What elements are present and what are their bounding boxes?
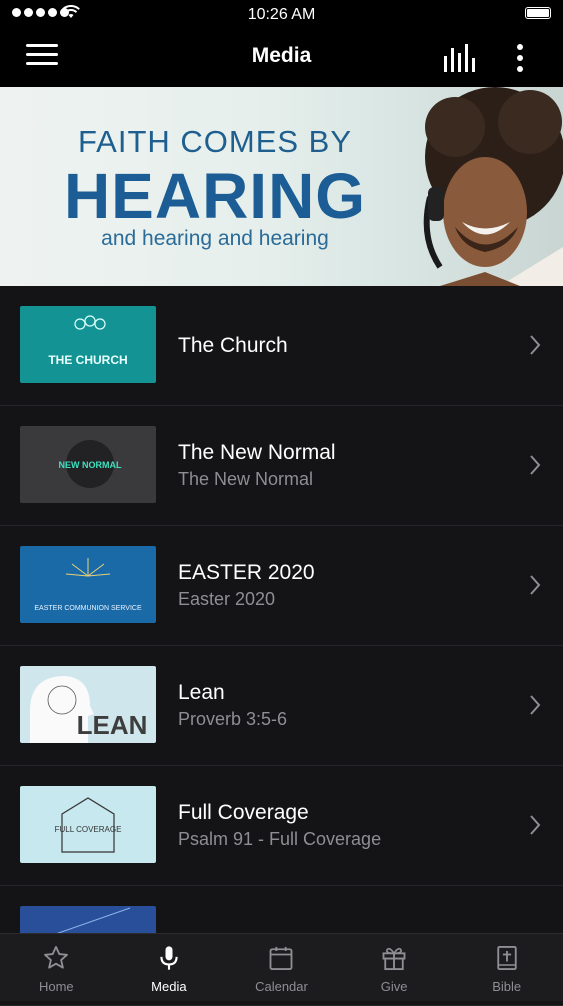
banner-photo [423,87,563,286]
tab-home[interactable]: Home [0,934,113,1001]
media-item-the-church[interactable]: THE CHURCH The Church [0,286,563,406]
banner-headline: HEARING [63,160,367,232]
tab-label: Calendar [255,979,308,994]
chevron-right-icon [530,575,541,595]
tab-label: Media [151,979,187,994]
thumbnail-caption: NEW NORMAL [59,460,122,470]
more-options-button[interactable] [510,42,530,74]
chevron-right-icon [530,815,541,835]
status-time: 10:26 AM [247,6,316,23]
tab-label: Bible [492,979,522,994]
nav-bar: Media [0,30,563,87]
thumbnail-caption: EASTER COMMUNION SERVICE [34,605,142,612]
star-icon [44,945,69,969]
chevron-right-icon [530,455,541,475]
media-item-lean[interactable]: LEAN Lean Proverb 3:5-6 [0,646,563,766]
media-item-subtitle: Proverb 3:5-6 [178,709,288,729]
tab-calendar[interactable]: Calendar [225,934,338,1001]
media-thumbnail: NEW NORMAL [20,426,156,503]
tab-give[interactable]: Give [338,934,451,1001]
chevron-right-icon [530,695,541,715]
tab-bible[interactable]: Bible [450,934,563,1001]
tab-label: Home [38,979,74,994]
media-item-title: The Church [178,333,288,357]
media-item-title: Full Coverage [178,801,309,824]
hero-banner[interactable]: FAITH COMES BY HEARING and hearing and h… [0,87,563,286]
tab-label: Give [380,979,408,994]
page-title: Media [251,44,312,67]
media-thumbnail: EASTER COMMUNION SERVICE [20,546,156,623]
media-item-subtitle: Psalm 91 - Full Coverage [178,829,382,849]
equalizer-button[interactable] [443,44,477,72]
calendar-icon [270,946,293,971]
microphone-icon [160,946,178,970]
media-item-title: The New Normal [178,441,336,464]
battery-icon [525,7,551,19]
media-item-subtitle: Easter 2020 [178,589,276,609]
media-item-full-coverage[interactable]: FULL COVERAGE Full Coverage Psalm 91 - F… [0,766,563,886]
thumbnail-caption: THE CHURCH [48,353,127,367]
media-item-title: EASTER 2020 [178,561,315,584]
media-item-title: Lean [178,681,225,704]
media-list: THE CHURCH The Church NEW NORMAL The New… [0,286,563,1006]
gift-icon [382,947,406,971]
bible-icon [496,945,517,971]
chevron-right-icon [530,335,541,355]
media-thumbnail: LEAN [20,666,156,743]
tab-media[interactable]: Media [113,934,226,1001]
thumbnail-caption: FULL COVERAGE [55,825,122,834]
status-bar: 10:26 AM [0,0,563,30]
banner-line-1: FAITH COMES BY [77,124,353,159]
media-item-easter-2020[interactable]: EASTER COMMUNION SERVICE EASTER 2020 Eas… [0,526,563,646]
tab-bar: Home Media Calendar Give Bible [0,933,563,1001]
media-item-subtitle: The New Normal [178,469,314,489]
thumbnail-caption: LEAN [77,710,148,740]
media-thumbnail: THE CHURCH [20,306,156,383]
banner-line-3: and hearing and hearing [101,227,329,250]
media-item-the-new-normal[interactable]: NEW NORMAL The New Normal The New Normal [0,406,563,526]
media-thumbnail: FULL COVERAGE [20,786,156,863]
